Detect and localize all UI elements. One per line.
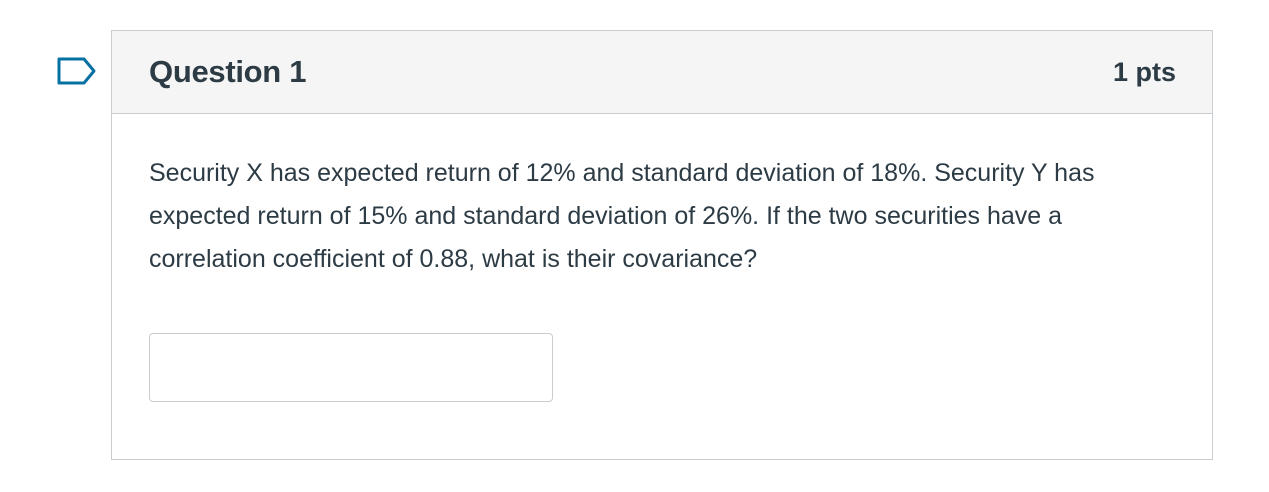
question-card: Question 1 1 pts Security X has expected… [111, 30, 1213, 460]
flag-outline-icon [57, 57, 96, 85]
answer-input[interactable] [149, 333, 553, 402]
question-header: Question 1 1 pts [112, 31, 1212, 114]
question-title: Question 1 [149, 54, 307, 89]
flag-question-button[interactable] [57, 56, 97, 88]
question-text: Security X has expected return of 12% an… [149, 159, 1095, 273]
question-body: Security X has expected return of 12% an… [112, 114, 1212, 402]
question-points: 1 pts [1112, 56, 1176, 87]
